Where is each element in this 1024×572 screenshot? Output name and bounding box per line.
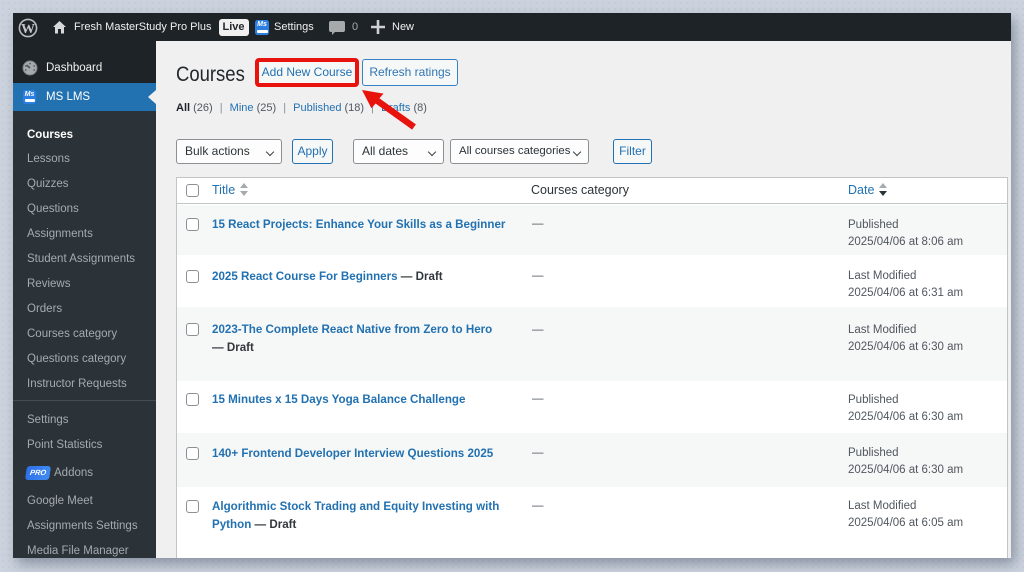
svg-text:W: W: [21, 22, 35, 37]
